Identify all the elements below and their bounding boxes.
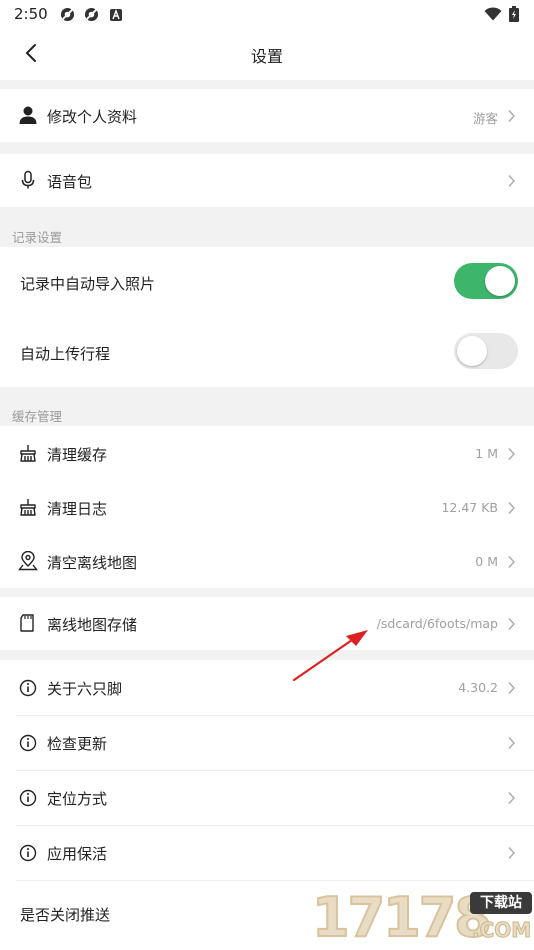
clear-offline-maps-value: 0 M <box>475 554 498 569</box>
microphone-icon <box>21 170 35 189</box>
chevron-right-icon <box>508 448 515 460</box>
app-keepalive-row[interactable]: 应用保活 <box>0 825 534 880</box>
clear-cache-row[interactable]: 清理缓存 1 M <box>0 426 534 480</box>
sd-card-icon <box>20 614 34 632</box>
info-icon <box>19 844 37 862</box>
location-method-row[interactable]: 定位方式 <box>0 770 534 825</box>
font-notification-icon <box>110 9 122 21</box>
chevron-right-icon <box>508 175 515 187</box>
edit-profile-label: 修改个人资料 <box>47 108 138 126</box>
clear-logs-row[interactable]: 清理日志 12.47 KB <box>0 480 534 534</box>
offline-storage-section: 离线地图存储 /sdcard/6foots/map <box>0 597 534 650</box>
chevron-right-icon <box>508 618 515 630</box>
profile-section: 修改个人资料 游客 <box>0 89 534 142</box>
clear-logs-label: 清理日志 <box>47 500 108 518</box>
wifi-icon <box>484 7 502 21</box>
app-version: 4.30.2 <box>458 680 498 695</box>
cache-management-header: 缓存管理 <box>12 409 63 424</box>
app-notification-icon <box>60 7 75 22</box>
chevron-right-icon <box>508 110 515 122</box>
clear-cache-label: 清理缓存 <box>47 446 108 464</box>
info-icon <box>19 734 37 752</box>
chevron-right-icon <box>508 556 515 568</box>
auto-import-photos-row: 记录中自动导入照片 <box>0 247 534 317</box>
record-settings-header: 记录设置 <box>12 230 63 245</box>
clear-offline-maps-row[interactable]: 清空离线地图 0 M <box>0 534 534 588</box>
offline-map-storage-row[interactable]: 离线地图存储 /sdcard/6foots/map <box>0 597 534 650</box>
voice-pack-row[interactable]: 语音包 <box>0 154 534 207</box>
annotation-arrow-icon <box>292 630 368 682</box>
top-bar: 设置 <box>0 28 534 80</box>
chevron-right-icon <box>508 737 515 749</box>
about-label: 关于六只脚 <box>47 680 123 698</box>
chevron-right-icon <box>508 682 515 694</box>
page-title: 设置 <box>250 47 283 66</box>
auto-upload-trip-toggle[interactable] <box>454 333 518 369</box>
info-icon <box>19 789 37 807</box>
about-row[interactable]: 关于六只脚 4.30.2 <box>0 660 534 715</box>
site-watermark: 17178 下载站 .COM <box>306 885 534 950</box>
chevron-right-icon <box>508 847 515 859</box>
auto-import-photos-label: 记录中自动导入照片 <box>20 275 156 293</box>
push-toggle-label: 是否关闭推送 <box>20 906 111 924</box>
chevron-right-icon <box>508 792 515 804</box>
watermark-domain: .COM <box>471 918 532 943</box>
check-update-label: 检查更新 <box>47 735 108 753</box>
map-pin-icon <box>18 551 38 571</box>
toggle-knob <box>457 336 487 366</box>
cache-management-section: 清理缓存 1 M 清理日志 12.47 KB 清空离线地图 0 M <box>0 426 534 588</box>
broom-icon <box>20 445 36 462</box>
edit-profile-row[interactable]: 修改个人资料 游客 <box>0 89 534 142</box>
watermark-number: 17178 <box>311 885 493 950</box>
status-time: 2:50 <box>14 5 48 23</box>
status-bar: 2:50 <box>0 0 534 28</box>
offline-map-storage-label: 离线地图存储 <box>47 616 138 634</box>
broom-icon <box>20 499 36 516</box>
info-icon <box>19 679 37 697</box>
auto-upload-trip-label: 自动上传行程 <box>20 345 111 363</box>
chevron-right-icon <box>508 502 515 514</box>
app-notification-icon <box>84 7 99 22</box>
auto-upload-trip-row: 自动上传行程 <box>0 317 534 387</box>
app-keepalive-label: 应用保活 <box>47 845 108 863</box>
watermark-badge: 下载站 <box>470 892 532 914</box>
profile-value: 游客 <box>472 111 498 126</box>
location-method-label: 定位方式 <box>47 790 108 808</box>
person-icon <box>19 106 37 124</box>
toggle-knob <box>485 266 515 296</box>
battery-icon <box>509 6 519 22</box>
voice-pack-label: 语音包 <box>47 173 93 191</box>
clear-cache-value: 1 M <box>475 446 498 461</box>
offline-map-storage-path: /sdcard/6foots/map <box>376 616 498 631</box>
record-settings-section: 记录中自动导入照片 自动上传行程 <box>0 247 534 387</box>
clear-offline-maps-label: 清空离线地图 <box>47 554 138 572</box>
auto-import-photos-toggle[interactable] <box>454 263 518 299</box>
voice-section: 语音包 <box>0 154 534 207</box>
clear-logs-value: 12.47 KB <box>441 500 498 515</box>
check-update-row[interactable]: 检查更新 <box>0 715 534 770</box>
